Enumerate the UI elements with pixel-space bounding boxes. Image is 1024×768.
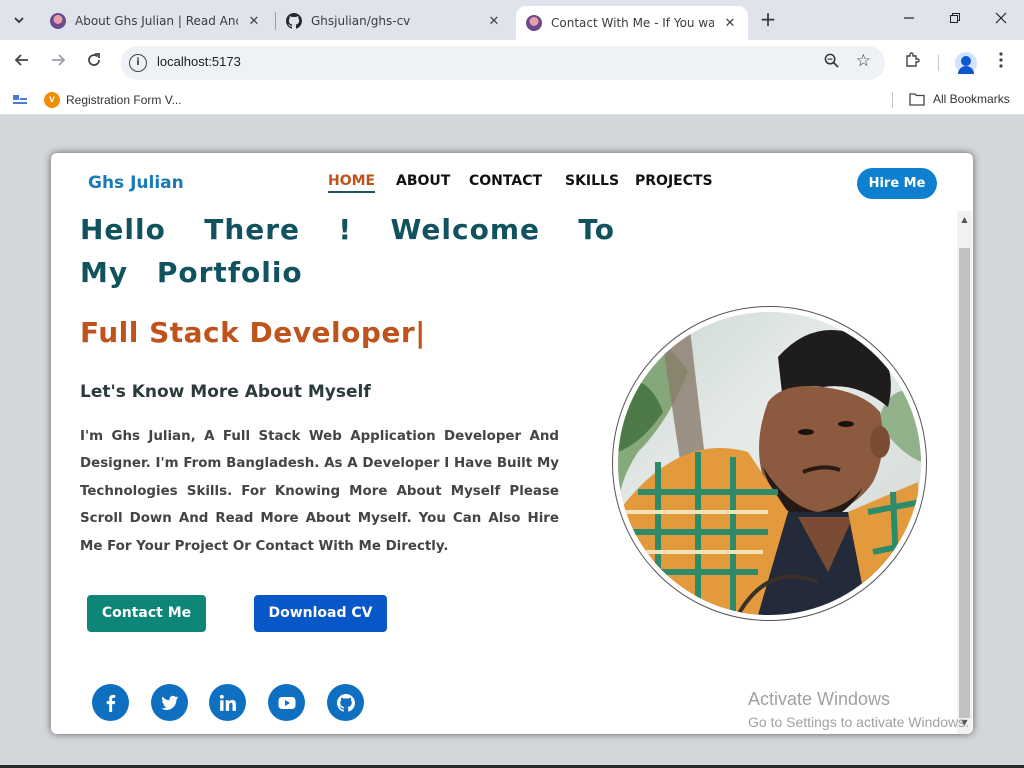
github-favicon-icon xyxy=(286,13,302,29)
chevron-down-icon xyxy=(14,17,24,24)
nav-contact[interactable]: CONTACT xyxy=(469,173,542,189)
profile-photo-image xyxy=(618,312,921,615)
youtube-icon xyxy=(278,696,295,709)
reload-icon xyxy=(88,53,100,66)
hero-headline: Hello There ! Welcome To My Portfolio xyxy=(80,213,615,289)
activate-windows-title: Activate Windows xyxy=(748,689,891,709)
back-arrow-icon xyxy=(14,54,28,66)
brand-logo[interactable]: Ghs Julian xyxy=(88,173,184,193)
browser-toolbar: i localhost:5173 ☆ xyxy=(0,40,1024,86)
back-button[interactable] xyxy=(10,51,34,75)
apps-shortcut[interactable] xyxy=(12,92,28,106)
scroll-up-arrow-icon[interactable]: ▲ xyxy=(957,215,972,227)
nav-projects[interactable]: PROJECTS xyxy=(635,173,713,189)
menu-kebab-icon[interactable] xyxy=(989,51,1013,75)
close-icon xyxy=(995,12,1007,24)
zoom-icon[interactable] xyxy=(824,53,839,72)
nav-home[interactable]: HOME xyxy=(328,173,376,193)
close-tab-icon[interactable]: ✕ xyxy=(722,16,738,31)
tab-about[interactable]: About Ghs Julian | Read And Kn ✕ xyxy=(40,6,272,36)
bookmark-registration-form[interactable]: v Registration Form V... xyxy=(44,92,182,108)
new-tab-button[interactable]: + xyxy=(757,8,779,30)
folder-icon xyxy=(909,93,925,106)
bookmarks-bar: v Registration Form V... All Bookmarks xyxy=(0,86,1024,115)
github-icon xyxy=(336,693,355,712)
linkedin-link[interactable] xyxy=(209,684,246,721)
facebook-link[interactable] xyxy=(92,684,129,721)
site-favicon xyxy=(50,13,66,29)
tab-search-button[interactable] xyxy=(7,8,31,32)
profile-photo xyxy=(612,306,927,621)
tab-strip: About Ghs Julian | Read And Kn ✕ Ghsjuli… xyxy=(0,0,1024,40)
contact-me-button[interactable]: Contact Me xyxy=(87,595,206,632)
close-window-button[interactable] xyxy=(989,8,1013,32)
twitter-icon xyxy=(160,695,178,710)
tab-contact[interactable]: Contact With Me - If You want t ✕ xyxy=(516,6,748,40)
profile-avatar[interactable] xyxy=(955,52,977,74)
nav-about[interactable]: ABOUT xyxy=(396,173,450,189)
reload-button[interactable] xyxy=(82,51,106,75)
toolbar-divider xyxy=(938,55,939,71)
all-bookmarks-label: All Bookmarks xyxy=(933,92,1010,106)
nav-skills[interactable]: SKILLS xyxy=(565,173,619,189)
hero-subheading: Let's Know More About Myself xyxy=(80,382,371,402)
download-cv-button[interactable]: Download CV xyxy=(254,595,387,632)
twitter-link[interactable] xyxy=(151,684,188,721)
portfolio-card: Ghs Julian HOME ABOUT CONTACT SKILLS PRO… xyxy=(51,153,973,734)
scroll-thumb[interactable] xyxy=(959,248,970,718)
page-scrollbar[interactable]: ▲ ▼ xyxy=(957,211,972,734)
close-tab-icon[interactable]: ✕ xyxy=(246,14,262,29)
close-tab-icon[interactable]: ✕ xyxy=(486,14,502,29)
tab-title: About Ghs Julian | Read And Kn xyxy=(75,14,238,28)
address-bar[interactable]: i localhost:5173 ☆ xyxy=(121,46,885,80)
hero-bio: I'm Ghs Julian, A Full Stack Web Applica… xyxy=(80,429,559,554)
bookmarks-divider xyxy=(892,92,893,108)
all-bookmarks-button[interactable]: All Bookmarks xyxy=(909,92,1010,106)
activate-windows-subtitle: Go to Settings to activate Windows. xyxy=(748,714,969,730)
url-text[interactable]: localhost:5173 xyxy=(157,54,241,69)
tab-title: Contact With Me - If You want t xyxy=(551,16,714,30)
tab-github[interactable]: Ghsjulian/ghs-cv ✕ xyxy=(276,6,512,36)
apps-icon xyxy=(13,95,27,104)
restore-button[interactable] xyxy=(943,8,967,32)
forward-arrow-icon xyxy=(52,54,66,66)
hire-me-button[interactable]: Hire Me xyxy=(857,168,937,199)
site-info-icon[interactable]: i xyxy=(129,54,147,72)
minimize-icon xyxy=(904,17,914,19)
youtube-link[interactable] xyxy=(268,684,305,721)
tab-title: Ghsjulian/ghs-cv xyxy=(311,14,411,28)
bookmark-star-icon[interactable]: ☆ xyxy=(856,51,871,71)
site-favicon xyxy=(526,15,542,31)
bookmark-label: Registration Form V... xyxy=(66,93,182,107)
hero-role-typed: Full Stack Developer| xyxy=(80,316,426,349)
github-link[interactable] xyxy=(327,684,364,721)
restore-icon xyxy=(950,13,960,23)
extensions-icon[interactable] xyxy=(900,51,924,75)
bookmark-favicon-icon: v xyxy=(44,92,60,108)
facebook-icon xyxy=(106,694,115,712)
linkedin-icon xyxy=(219,694,236,711)
forward-button[interactable] xyxy=(46,51,70,75)
minimize-button[interactable] xyxy=(897,8,921,32)
page-viewport: Ghs Julian HOME ABOUT CONTACT SKILLS PRO… xyxy=(0,120,1024,768)
